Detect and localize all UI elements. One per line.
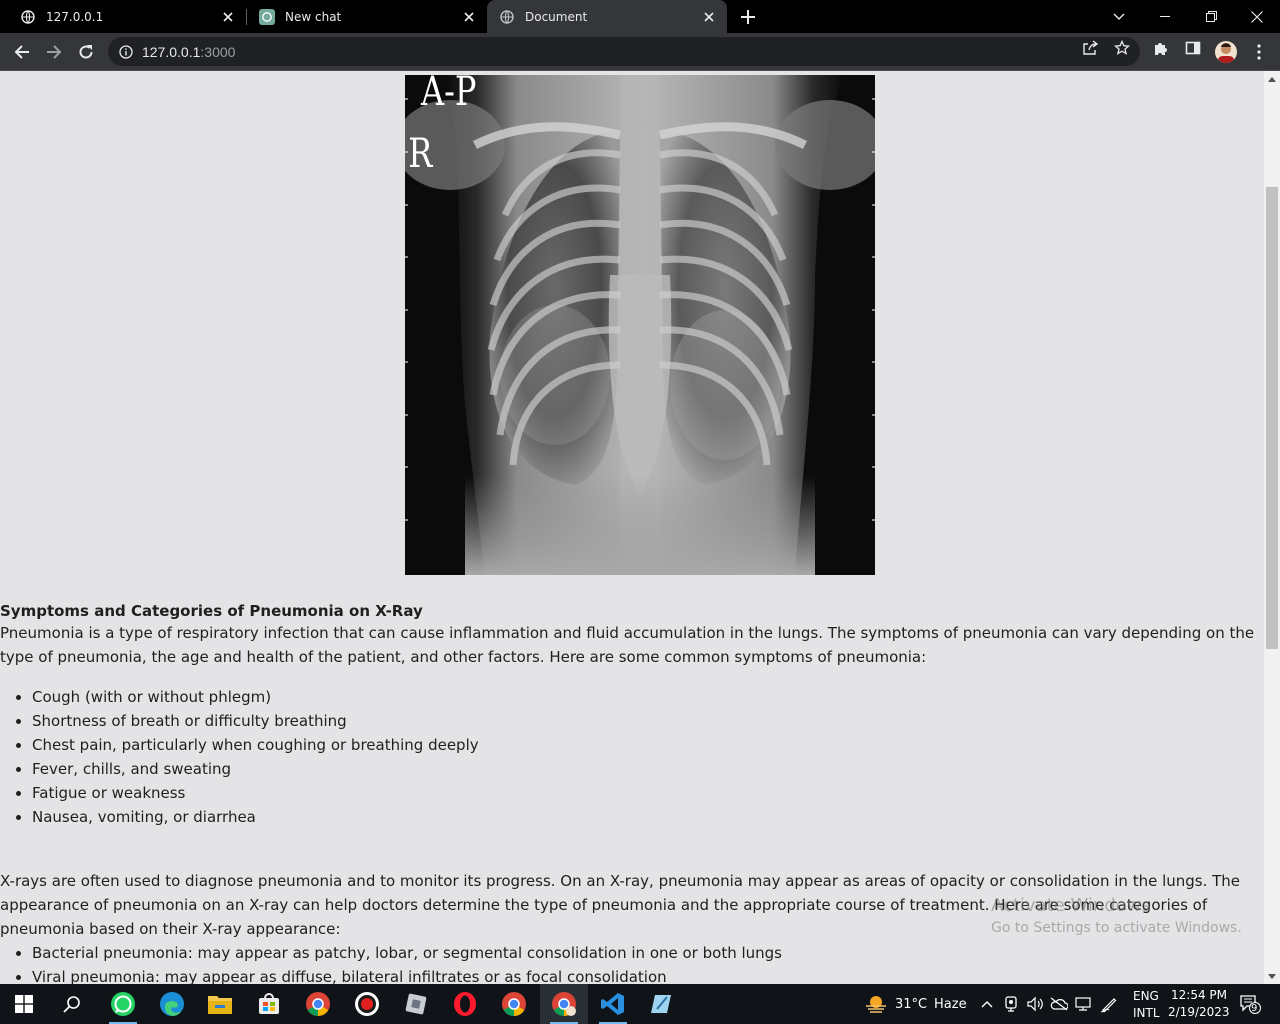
weather-temperature[interactable]: 31°C bbox=[895, 997, 927, 1012]
bookmark-star-icon[interactable] bbox=[1113, 39, 1131, 57]
close-icon[interactable] bbox=[701, 9, 717, 25]
chrome-icon[interactable] bbox=[490, 984, 538, 1024]
edge-browser-icon[interactable] bbox=[148, 984, 196, 1024]
profile-avatar[interactable] bbox=[1215, 41, 1237, 63]
weather-description[interactable]: Haze bbox=[934, 997, 967, 1012]
weather-haze-icon[interactable] bbox=[864, 995, 888, 1013]
screen-recorder-icon[interactable] bbox=[343, 984, 391, 1024]
list-item: Cough (with or without phlegm) bbox=[32, 685, 1264, 709]
info-icon[interactable] bbox=[118, 44, 134, 60]
app-launcher-icon[interactable] bbox=[392, 984, 440, 1024]
globe-icon bbox=[499, 9, 515, 25]
windows-taskbar: 31°C Haze ENG INTL 12:54 PM 2/19/2023 9 bbox=[0, 984, 1280, 1024]
notification-center-icon[interactable] bbox=[1238, 995, 1262, 1014]
new-tab-button[interactable] bbox=[736, 5, 760, 29]
list-item: Shortness of breath or difficulty breath… bbox=[32, 709, 1264, 733]
restore-button[interactable] bbox=[1188, 0, 1234, 33]
url-text: 127.0.0.1:3000 bbox=[142, 44, 235, 60]
watermark-subtitle: Go to Settings to activate Windows. bbox=[991, 920, 1242, 936]
clock-date[interactable]: 2/19/2023 bbox=[1168, 1005, 1230, 1019]
microsoft-store-icon[interactable] bbox=[245, 984, 293, 1024]
vscode-icon[interactable] bbox=[589, 984, 637, 1024]
side-panel-icon[interactable] bbox=[1184, 39, 1202, 57]
browser-toolbar: 127.0.0.1:3000 bbox=[0, 33, 1280, 71]
clock-time[interactable]: 12:54 PM bbox=[1171, 988, 1227, 1002]
article-heading: Symptoms and Categories of Pneumonia on … bbox=[0, 602, 423, 620]
speaker-volume-icon[interactable] bbox=[1026, 995, 1044, 1013]
url-host: 127.0.0.1 bbox=[142, 43, 201, 60]
tab-new-chat[interactable]: New chat bbox=[247, 0, 487, 33]
list-item: Bacterial pneumonia: may appear as patch… bbox=[32, 941, 1264, 965]
globe-icon bbox=[20, 9, 36, 25]
page-scrollbar[interactable] bbox=[1264, 71, 1280, 984]
watermark-title: Activate Windows bbox=[991, 895, 1151, 916]
scrollbar-thumb[interactable] bbox=[1266, 187, 1278, 649]
list-item: Chest pain, particularly when coughing o… bbox=[32, 733, 1264, 757]
pen-workspace-icon[interactable] bbox=[1100, 995, 1118, 1013]
share-icon[interactable] bbox=[1081, 39, 1099, 57]
notification-count-badge: 9 bbox=[1251, 1003, 1258, 1014]
categories-list: Bacterial pneumonia: may appear as patch… bbox=[0, 941, 1264, 984]
url-port: :3000 bbox=[200, 43, 236, 60]
chest-xray-image: A-P R bbox=[405, 75, 875, 575]
list-item: Nausea, vomiting, or diarrhea bbox=[32, 805, 1264, 829]
forward-button[interactable] bbox=[40, 38, 68, 66]
back-button[interactable] bbox=[8, 38, 36, 66]
start-windows-icon[interactable] bbox=[0, 984, 48, 1024]
address-bar[interactable]: 127.0.0.1:3000 bbox=[108, 37, 1140, 66]
tab-title: 127.0.0.1 bbox=[46, 9, 104, 24]
tab-strip: 127.0.0.1 New chat Document bbox=[0, 0, 1280, 33]
file-explorer-icon[interactable] bbox=[196, 984, 244, 1024]
tab-localhost[interactable]: 127.0.0.1 bbox=[0, 0, 246, 33]
whatsapp-icon[interactable] bbox=[99, 984, 147, 1024]
tab-search-button[interactable] bbox=[1096, 0, 1142, 33]
close-icon[interactable] bbox=[220, 9, 236, 25]
xray-side-label: R bbox=[408, 129, 434, 176]
language-primary[interactable]: ENG bbox=[1133, 989, 1159, 1003]
chrome-active-icon[interactable] bbox=[540, 984, 588, 1024]
extensions-puzzle-icon[interactable] bbox=[1152, 39, 1170, 57]
article-intro: Pneumonia is a type of respiratory infec… bbox=[0, 624, 1255, 666]
minimize-button[interactable] bbox=[1142, 0, 1188, 33]
chatgpt-icon bbox=[259, 8, 275, 25]
menu-kebab-icon[interactable] bbox=[1245, 38, 1273, 66]
tab-document[interactable]: Document bbox=[487, 0, 727, 33]
list-item: Viral pneumonia: may appear as diffuse, … bbox=[32, 965, 1264, 984]
scroll-down-arrow-icon[interactable] bbox=[1264, 968, 1280, 984]
scroll-up-arrow-icon[interactable] bbox=[1264, 71, 1280, 87]
page-viewport: A-P R Symptoms and Categories of Pneumon… bbox=[0, 71, 1264, 984]
opera-browser-icon[interactable] bbox=[441, 984, 489, 1024]
close-icon[interactable] bbox=[461, 9, 477, 25]
language-secondary[interactable]: INTL bbox=[1133, 1006, 1160, 1020]
onedrive-cloud-icon[interactable] bbox=[1050, 995, 1068, 1013]
snipping-tool-icon[interactable] bbox=[637, 984, 685, 1024]
list-item: Fever, chills, and sweating bbox=[32, 757, 1264, 781]
reload-button[interactable] bbox=[72, 38, 100, 66]
list-item: Fatigue or weakness bbox=[32, 781, 1264, 805]
chevron-up-icon[interactable] bbox=[978, 995, 996, 1013]
symptoms-list: Cough (with or without phlegm) Shortness… bbox=[0, 685, 1264, 829]
chrome-profile-icon[interactable] bbox=[294, 984, 342, 1024]
network-icon[interactable] bbox=[1074, 995, 1092, 1013]
search-icon[interactable] bbox=[48, 984, 96, 1024]
xray-view-label: A-P bbox=[420, 75, 476, 115]
close-window-button[interactable] bbox=[1234, 0, 1280, 33]
tab-title: New chat bbox=[285, 9, 342, 24]
meet-now-icon[interactable] bbox=[1002, 995, 1020, 1013]
tab-title: Document bbox=[525, 9, 588, 24]
activate-windows-watermark: Activate Windows Go to Settings to activ… bbox=[991, 894, 1242, 938]
